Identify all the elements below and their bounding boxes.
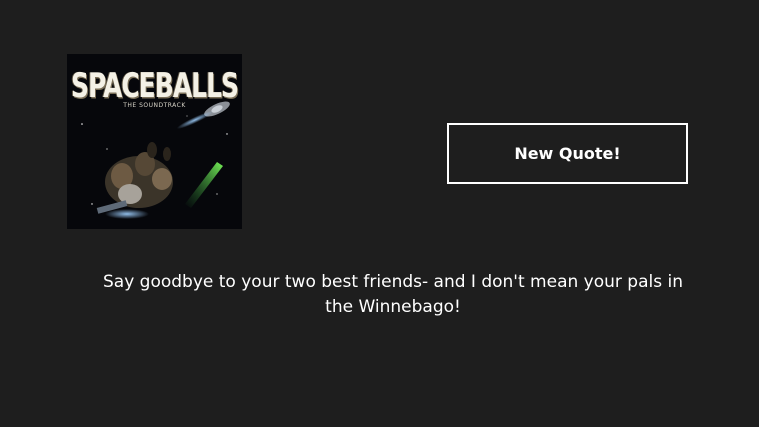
album-subtitle: THE SOUNDTRACK	[123, 102, 186, 109]
quote-text: Say goodbye to your two best friends- an…	[103, 272, 683, 317]
new-quote-button[interactable]: New Quote!	[447, 123, 688, 184]
album-cover-image: SPACEBALLS THE SOUNDTRACK	[67, 54, 242, 229]
album-title: SPACEBALLS	[70, 66, 239, 106]
app-window: SPACEBALLS THE SOUNDTRACK New Quote! Say…	[0, 0, 759, 427]
